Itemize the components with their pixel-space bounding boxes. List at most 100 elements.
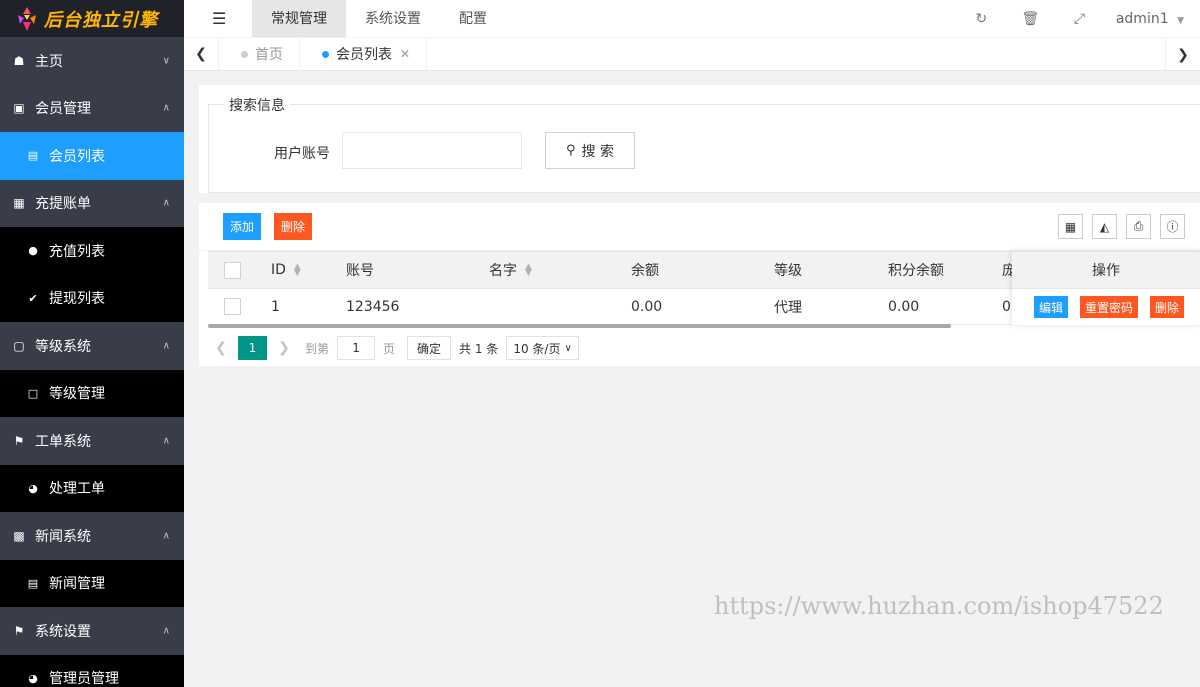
sidebar-group-home[interactable]: ☗ 主页 ∨ xyxy=(0,37,184,85)
sidebar-group-label: 新闻系统 xyxy=(35,528,91,545)
account-label: 用户账号 xyxy=(274,146,330,162)
trash-icon[interactable]: 🗑 xyxy=(1006,11,1055,27)
goto-label: 到第 xyxy=(305,341,330,356)
chevron-up-icon: ∧ xyxy=(162,197,170,209)
sort-icon[interactable]: ▲ ▼ xyxy=(525,263,532,278)
delete-button[interactable]: 删除 xyxy=(274,213,313,240)
export-icon[interactable]: ◭ xyxy=(1092,214,1117,239)
column-name[interactable]: 名字 ▲ ▼ xyxy=(489,252,532,288)
sidebar-item-level-manage[interactable]: □ 等级管理 xyxy=(0,369,184,417)
top-tab-config[interactable]: 配置 xyxy=(440,0,506,37)
reset-password-button[interactable]: 重置密码 xyxy=(1080,296,1139,318)
cell-id: 1 xyxy=(271,298,280,315)
page-tab-home[interactable]: 首页 xyxy=(219,37,300,71)
per-page-select[interactable]: 10 条/页 ∨ xyxy=(506,336,579,360)
goto-page-input[interactable]: 1 xyxy=(337,336,376,360)
account-input[interactable] xyxy=(342,132,522,169)
tabs-prev-icon[interactable]: ❮ xyxy=(184,37,219,71)
sidebar-group-label: 主页 xyxy=(35,53,63,70)
cell-points: 0.00 xyxy=(888,298,920,315)
sidebar-item-recharge-list[interactable]: ● 充值列表 xyxy=(0,227,184,275)
page-tab-label: 首页 xyxy=(255,47,283,63)
info-icon[interactable]: ⓘ xyxy=(1160,214,1185,239)
column-level: 等级 xyxy=(774,263,802,279)
add-button[interactable]: 添加 xyxy=(223,213,262,240)
logo[interactable]: 后台独立引擎 xyxy=(0,0,184,37)
table-toolbar: 添加 删除 ▦ ◭ ⎙ ⓘ xyxy=(199,203,1200,251)
sidebar-group-levels[interactable]: ▢ 等级系统 ∧ xyxy=(0,322,184,370)
select-all-checkbox[interactable] xyxy=(224,252,241,288)
chevron-up-icon: ∧ xyxy=(162,102,170,114)
column-id[interactable]: ID ▲ ▼ xyxy=(271,252,301,288)
sidebar-item-news-manage[interactable]: ▤ 新闻管理 xyxy=(0,559,184,607)
row-delete-button[interactable]: 删除 xyxy=(1150,296,1185,318)
watermark: https://www.huzhan.com/ishop47522 xyxy=(714,592,1164,620)
column-balance: 余额 xyxy=(631,263,659,279)
sidebar-group-tickets[interactable]: ⚑ 工单系统 ∧ xyxy=(0,417,184,465)
sidebar-group-members[interactable]: ▣ 会员管理 ∧ xyxy=(0,84,184,132)
search-button-label: 搜 索 xyxy=(581,143,614,160)
menu-toggle-icon[interactable]: ☰ xyxy=(212,9,252,28)
sidebar-item-label: 会员列表 xyxy=(49,148,105,165)
sidebar-item-member-list[interactable]: ▤ 会员列表 xyxy=(0,132,184,180)
sidebar-group-label: 工单系统 xyxy=(35,433,91,450)
list-icon: ▤ xyxy=(27,149,39,163)
search-button[interactable]: ⚲ 搜 索 xyxy=(545,132,635,169)
chevron-up-icon: ∧ xyxy=(162,340,170,352)
gauge-icon: ◕ xyxy=(28,671,38,685)
member-table-panel: 添加 删除 ▦ ◭ ⎙ ⓘ ID ▲ ▼ 账号 名字 ▲ ▼ 余额 等级 积分余额 … xyxy=(199,203,1200,366)
top-tab-system-settings[interactable]: 系统设置 xyxy=(346,0,440,37)
page-tab-member-list[interactable]: 会员列表 ✕ xyxy=(300,37,428,71)
prev-page-icon[interactable]: ❮ xyxy=(208,340,234,356)
sidebar-group-label: 等级系统 xyxy=(35,338,91,355)
goto-confirm-button[interactable]: 确定 xyxy=(407,336,452,360)
search-legend: 搜索信息 xyxy=(224,95,290,115)
total-count: 共 1 条 xyxy=(459,341,499,356)
top-tab-general[interactable]: 常规管理 xyxy=(252,0,346,37)
logo-icon xyxy=(18,6,36,31)
gauge-icon: ◕ xyxy=(28,481,38,495)
horizontal-scrollbar[interactable] xyxy=(208,324,951,328)
sidebar-item-withdraw-list[interactable]: ✔ 提现列表 xyxy=(0,274,184,322)
top-header: ☰ 常规管理 系统设置 配置 ↻ 🗑 ⤢ admin1 ▼ xyxy=(184,0,1200,37)
user-menu[interactable]: admin1 ▼ xyxy=(1116,11,1184,27)
flag-icon: ⚑ xyxy=(13,433,25,448)
square-icon: □ xyxy=(27,386,39,400)
next-page-icon[interactable]: ❯ xyxy=(271,340,297,356)
window-icon: ▣ xyxy=(13,101,25,116)
columns-icon[interactable]: ▦ xyxy=(1058,214,1083,239)
sidebar-group-label: 充提账单 xyxy=(35,196,91,213)
refresh-icon[interactable]: ↻ xyxy=(957,11,1006,27)
cell-balance: 0.00 xyxy=(631,298,663,315)
search-fieldset: 搜索信息 用户账号 ⚲ 搜 索 xyxy=(208,95,1200,193)
print-icon[interactable]: ⎙ xyxy=(1126,214,1151,239)
sidebar-item-label: 充值列表 xyxy=(49,243,105,260)
edit-button[interactable]: 编辑 xyxy=(1034,296,1069,318)
sidebar-item-label: 管理员管理 xyxy=(49,671,119,687)
close-icon[interactable]: ✕ xyxy=(400,47,410,61)
sidebar-item-admin-manage[interactable]: ◕ 管理员管理 xyxy=(0,654,184,687)
column-points: 积分余额 xyxy=(888,263,944,279)
row-checkbox[interactable] xyxy=(224,289,241,324)
ops-header: 操作 xyxy=(1012,251,1200,289)
home-icon: ☗ xyxy=(13,53,25,68)
chevron-down-icon: ∨ xyxy=(162,55,170,67)
newspaper-icon: ▩ xyxy=(13,528,25,543)
chevron-down-icon: ∨ xyxy=(564,342,572,354)
page-unit-label: 页 xyxy=(383,341,396,356)
sort-icon[interactable]: ▲ ▼ xyxy=(294,263,301,278)
tab-dot xyxy=(241,50,248,58)
sidebar-group-news[interactable]: ▩ 新闻系统 ∧ xyxy=(0,512,184,560)
sidebar-group-system[interactable]: ⚑ 系统设置 ∧ xyxy=(0,607,184,655)
sidebar-item-process-tickets[interactable]: ◕ 处理工单 xyxy=(0,464,184,512)
chevron-up-icon: ∧ xyxy=(162,625,170,637)
current-page[interactable]: 1 xyxy=(238,336,267,360)
fullscreen-icon[interactable]: ⤢ xyxy=(1055,11,1104,27)
caret-down-icon: ▼ xyxy=(1177,15,1184,26)
cell-account: 123456 xyxy=(346,298,400,315)
tabs-next-icon[interactable]: ❯ xyxy=(1165,38,1200,71)
column-account: 账号 xyxy=(346,263,374,279)
search-panel: 搜索信息 用户账号 ⚲ 搜 索 xyxy=(199,85,1200,193)
sidebar-group-billing[interactable]: ▦ 充提账单 ∧ xyxy=(0,179,184,227)
sidebar-item-label: 提现列表 xyxy=(49,291,105,308)
